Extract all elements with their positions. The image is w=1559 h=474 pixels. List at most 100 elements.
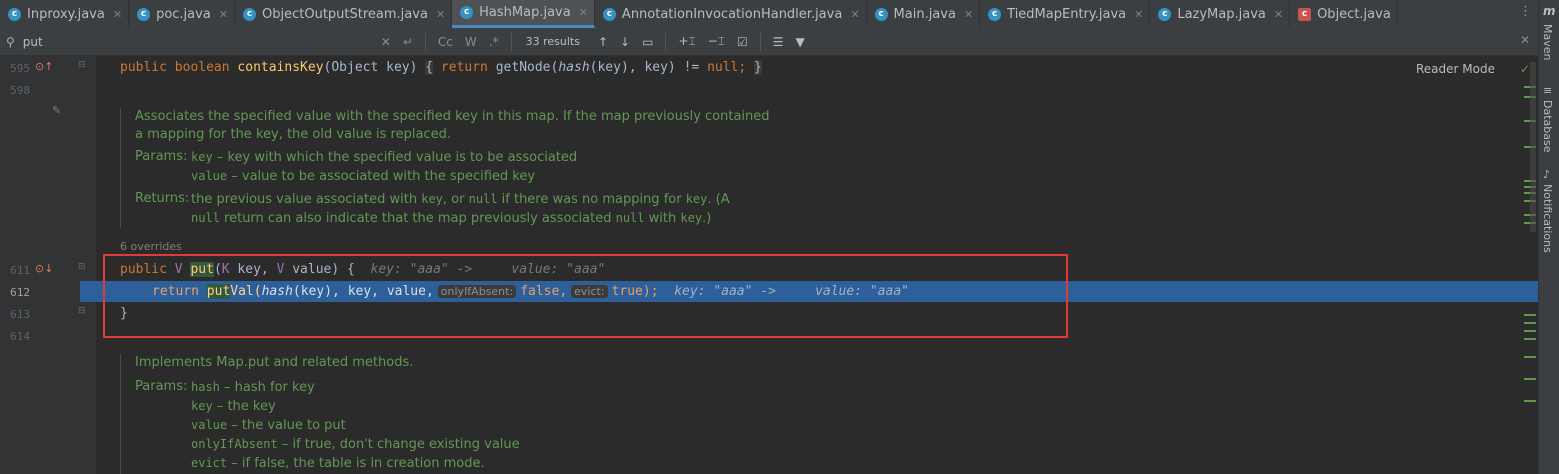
filter-lines-icon[interactable]: ☰ (773, 35, 784, 49)
doc-description: Implements Map.put and related methods. (135, 355, 414, 370)
tab-label: TiedMapEntry.java (1007, 6, 1127, 22)
code-text: ( (213, 262, 222, 277)
database-tool-button[interactable]: Database (1541, 100, 1554, 153)
reader-mode-button[interactable]: Reader Mode (1416, 62, 1495, 76)
close-icon[interactable]: ✕ (113, 8, 122, 21)
scroll-marker[interactable] (1524, 378, 1536, 380)
doc-description: Associates the specified value with the … (135, 109, 770, 142)
debug-inline-value: key: "aaa" -> value: "aaa" (370, 262, 606, 277)
search-input[interactable] (20, 33, 375, 50)
divider (759, 32, 761, 51)
fold-icon[interactable]: ⊟ (78, 306, 86, 316)
search-icon[interactable]: ⚲ (6, 35, 15, 49)
database-icon[interactable]: ≡ (1543, 84, 1552, 97)
words-button[interactable]: W (465, 35, 477, 49)
select-all-occurrences-icon[interactable]: ☑ (737, 35, 748, 49)
close-icon[interactable]: ✕ (219, 8, 228, 21)
code-line-612[interactable]: return putVal(hash(key), key, value, only… (152, 284, 909, 299)
overrides-link[interactable]: 6 overrides (120, 240, 182, 253)
fold-icon[interactable]: ⊟ (78, 60, 86, 70)
tab-label: Main.java (893, 6, 956, 22)
scroll-marker[interactable] (1524, 356, 1536, 358)
scrollbar-thumb[interactable] (1530, 62, 1536, 232)
doc-param-name: hash (191, 380, 220, 394)
scroll-marker[interactable] (1524, 330, 1536, 332)
close-icon[interactable]: ✕ (579, 6, 588, 19)
param-hint: onlyIfAbsent: (437, 285, 517, 298)
close-icon[interactable]: ✕ (850, 8, 859, 21)
doc-param-desc: – if false, the table is in creation mod… (227, 456, 485, 471)
close-icon[interactable]: ✕ (1134, 8, 1143, 21)
tab-hashmap[interactable]: c HashMap.java ✕ (452, 0, 595, 28)
object-class-icon: c (1298, 7, 1312, 21)
overrides-method-icon[interactable]: ⊙↑ (35, 60, 53, 73)
code-line-613[interactable]: } (120, 306, 128, 321)
keyword: public (120, 60, 167, 75)
tab-objectoutputstream[interactable]: c ObjectOutputStream.java ✕ (235, 0, 453, 28)
class-icon: c (988, 7, 1002, 21)
class-icon: c (602, 7, 616, 21)
doc-code: key (685, 192, 708, 206)
code-line-611[interactable]: public V put(K key, V value) { key: "aaa… (120, 262, 605, 277)
doc-code: null (191, 211, 220, 225)
tab-lazymap[interactable]: c LazyMap.java ✕ (1150, 0, 1291, 28)
tab-label: ObjectOutputStream.java (262, 6, 428, 22)
maven-icon[interactable]: m (1543, 4, 1556, 18)
javadoc-put: Associates the specified value with the … (120, 108, 775, 228)
clear-search-icon[interactable]: ✕ (381, 35, 391, 49)
tab-label: poc.java (156, 6, 211, 22)
arrow-up-icon[interactable]: ↑ (598, 35, 608, 49)
class-icon: c (1158, 7, 1172, 21)
remove-occurrence-icon[interactable]: −⌶ (708, 34, 725, 49)
scroll-marker[interactable] (1524, 314, 1536, 316)
doc-params-label: Params: (135, 149, 188, 164)
arrow-down-icon[interactable]: ↓ (620, 35, 630, 49)
keyword: true); (611, 284, 659, 299)
notifications-bell-icon[interactable]: ♪ (1543, 168, 1550, 181)
find-bar: ⚲ ✕ ↵ Cc W .* 33 results ↑ ↓ ▭ +⌶ −⌶ ☑ ☰… (0, 28, 1538, 56)
code-text: hash (261, 284, 293, 299)
close-icon[interactable]: ✕ (436, 8, 445, 21)
maven-tool-button[interactable]: Maven (1541, 24, 1554, 60)
right-tool-window-bar: m Maven ≡ Database ♪ Notifications (1538, 0, 1559, 474)
method-name: containsKey (237, 60, 324, 75)
close-search-icon[interactable]: ✕ (1520, 33, 1530, 47)
tab-poc[interactable]: c poc.java ✕ (129, 0, 236, 28)
fold-icon[interactable]: ⊟ (78, 262, 86, 272)
scroll-marker[interactable] (1524, 338, 1536, 340)
param-hint: evict: (571, 285, 608, 298)
javadoc-putval: Implements Map.put and related methods. … (120, 354, 775, 474)
doc-text: return can also indicate that the map pr… (219, 211, 616, 226)
tab-inproxy[interactable]: c Inproxy.java ✕ (0, 0, 130, 28)
tab-object[interactable]: c Object.java (1290, 0, 1398, 28)
divider (510, 32, 512, 51)
keyword: boolean (174, 60, 230, 75)
close-icon[interactable]: ✕ (964, 8, 973, 21)
tab-tiedmapentry[interactable]: c TiedMapEntry.java ✕ (980, 0, 1151, 28)
implements-method-icon[interactable]: ⊙↓ (35, 262, 53, 275)
line-number: 598 (10, 84, 30, 97)
regex-button[interactable]: .* (489, 35, 499, 49)
add-occurrence-icon[interactable]: +⌶ (678, 34, 695, 49)
more-vertical-icon[interactable]: ⋮ (1519, 4, 1532, 19)
new-line-icon[interactable]: ↵ (403, 35, 413, 49)
edit-doc-icon[interactable]: ✎ (52, 104, 61, 117)
notifications-tool-button[interactable]: Notifications (1541, 184, 1554, 253)
tab-label: LazyMap.java (1177, 6, 1266, 22)
keyword: null (707, 60, 739, 75)
scroll-marker[interactable] (1524, 400, 1536, 402)
search-results-count: 33 results (525, 35, 580, 48)
doc-param-name: evict (191, 456, 228, 470)
inspection-ok-icon[interactable]: ✓ (1520, 62, 1530, 76)
open-in-window-icon[interactable]: ▭ (642, 35, 653, 49)
doc-code: key (680, 211, 703, 225)
code-line-595[interactable]: public boolean containsKey(Object key) {… (120, 60, 762, 75)
filter-icon[interactable]: ▼ (796, 35, 805, 49)
code-text: (key), key, value, (292, 284, 434, 299)
code-text: value) { (284, 262, 355, 277)
match-case-button[interactable]: Cc (438, 35, 453, 49)
close-icon[interactable]: ✕ (1274, 8, 1283, 21)
tab-annotationinvocationhandler[interactable]: c AnnotationInvocationHandler.java ✕ (595, 0, 867, 28)
scroll-marker[interactable] (1524, 322, 1536, 324)
tab-main[interactable]: c Main.java ✕ (867, 0, 981, 28)
